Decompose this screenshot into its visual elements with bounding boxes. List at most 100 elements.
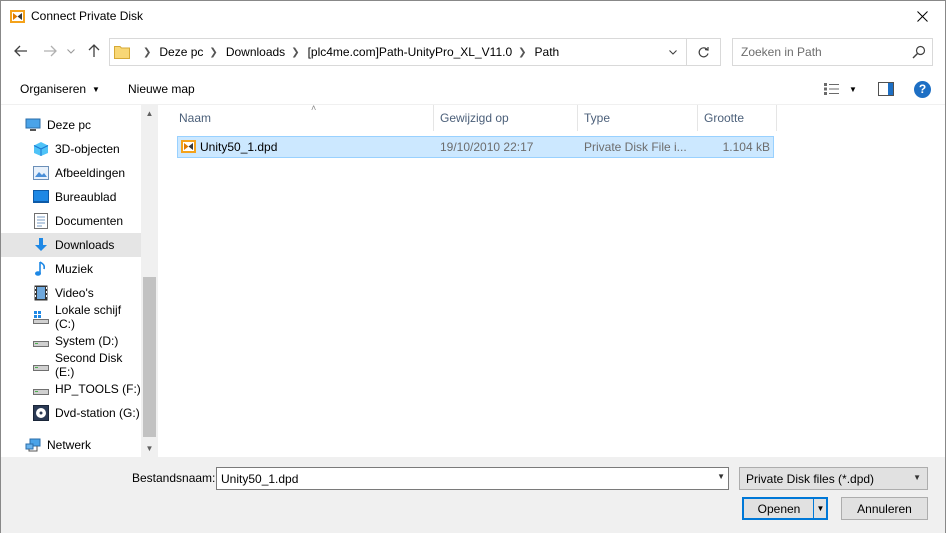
column-header-size[interactable]: Grootte xyxy=(698,105,777,131)
nav-scrollbar[interactable]: ▲ ▼ xyxy=(141,105,158,457)
window-title: Connect Private Disk xyxy=(31,9,144,23)
breadcrumb-separator-icon[interactable]: ❯ xyxy=(291,47,299,58)
help-icon[interactable]: ? xyxy=(914,81,931,98)
breadcrumb-separator-icon[interactable]: ❯ xyxy=(518,47,526,58)
nav-item-bureaublad[interactable]: Bureaublad xyxy=(1,185,141,209)
nav-item-netwerk[interactable]: Netwerk xyxy=(1,433,141,457)
new-folder-button[interactable]: Nieuwe map xyxy=(128,82,195,96)
file-type-filter-value: Private Disk files (*.dpd) xyxy=(746,472,875,486)
desktop-icon xyxy=(33,189,49,205)
navigation-row: ❯ Deze pc ❯ Downloads ❯ [plc4me.com]Path… xyxy=(1,35,945,69)
address-bar[interactable]: ❯ Deze pc ❯ Downloads ❯ [plc4me.com]Path… xyxy=(109,38,687,66)
column-header-label: Grootte xyxy=(704,111,745,125)
filename-combobox[interactable]: ▼ xyxy=(216,467,729,490)
nav-item-dvd-station-g[interactable]: Dvd-station (G:) xyxy=(1,401,141,425)
chevron-down-icon xyxy=(67,48,75,54)
drive-icon xyxy=(33,381,49,397)
nav-item-3d-objecten[interactable]: 3D-objecten xyxy=(1,137,141,161)
back-button[interactable] xyxy=(12,42,30,60)
recent-locations-button[interactable] xyxy=(65,42,77,60)
documents-icon xyxy=(33,213,49,229)
forward-button[interactable] xyxy=(41,42,59,60)
file-name: Unity50_1.dpd xyxy=(200,140,278,154)
up-button[interactable] xyxy=(85,42,103,60)
column-header-type[interactable]: Type xyxy=(578,105,698,131)
videos-icon xyxy=(33,285,49,301)
open-options-dropdown-icon[interactable]: ▼ xyxy=(813,498,827,519)
nav-item-videos[interactable]: Video's xyxy=(1,281,141,305)
breadcrumb-unitypro-folder[interactable]: [plc4me.com]Path-UnityPro_XL_V11.0 xyxy=(308,45,513,59)
dialog-footer: Bestandsnaam: ▼ Private Disk files (*.dp… xyxy=(1,457,945,533)
file-type-filter[interactable]: Private Disk files (*.dpd) ▼ xyxy=(739,467,928,490)
nav-item-deze-pc[interactable]: Deze pc xyxy=(1,113,141,137)
search-icon xyxy=(912,45,926,59)
drive-icon xyxy=(33,357,49,373)
nav-item-downloads[interactable]: Downloads xyxy=(1,233,141,257)
nav-item-lokale-schijf-c[interactable]: Lokale schijf (C:) xyxy=(1,303,141,331)
column-header-label: Naam xyxy=(179,111,212,125)
3d-objects-icon xyxy=(33,141,49,157)
scrollbar-thumb[interactable] xyxy=(143,277,156,437)
dvd-icon xyxy=(33,405,49,421)
file-row[interactable]: Unity50_1.dpd 19/10/2010 22:17 Private D… xyxy=(177,136,774,158)
scroll-down-icon[interactable]: ▼ xyxy=(141,440,158,457)
file-size: 1.104 kB xyxy=(722,140,770,154)
chevron-down-icon: ▼ xyxy=(913,473,921,482)
breadcrumb-separator-icon[interactable]: ❯ xyxy=(143,47,151,58)
cancel-button[interactable]: Annuleren xyxy=(841,497,928,520)
refresh-button[interactable] xyxy=(687,38,721,66)
filename-input[interactable] xyxy=(217,468,707,489)
arrow-up-icon xyxy=(88,44,100,57)
open-button[interactable]: Openen ▼ xyxy=(742,497,828,520)
column-header-name[interactable]: Naam ˄ xyxy=(173,103,434,131)
nav-item-muziek[interactable]: Muziek xyxy=(1,257,141,281)
nav-item-afbeeldingen[interactable]: Afbeeldingen xyxy=(1,161,141,185)
nav-item-label: Afbeeldingen xyxy=(55,166,126,180)
organize-label: Organiseren xyxy=(20,82,87,96)
nav-item-documenten[interactable]: Documenten xyxy=(1,209,141,233)
open-file-dialog: Connect Private Disk ❯ Deze pc ❯ Downloa… xyxy=(0,0,946,533)
nav-item-system-d[interactable]: System (D:) xyxy=(1,329,141,353)
private-disk-app-icon xyxy=(10,10,25,23)
folder-icon xyxy=(114,46,130,59)
nav-item-label: Documenten xyxy=(55,214,124,228)
nav-item-hp-tools-f[interactable]: HP_TOOLS (F:) xyxy=(1,377,141,401)
nav-item-label: 3D-objecten xyxy=(55,142,120,156)
downloads-icon xyxy=(33,237,49,253)
nav-item-label: System (D:) xyxy=(55,334,119,348)
address-dropdown-button[interactable] xyxy=(660,39,686,65)
nav-item-label: Second Disk (E:) xyxy=(55,351,123,379)
search-box[interactable] xyxy=(732,38,933,66)
nav-item-label: Muziek xyxy=(55,262,94,276)
nav-item-label: Deze pc xyxy=(47,118,92,132)
breadcrumb-deze-pc[interactable]: Deze pc xyxy=(159,45,203,59)
navigation-pane: Deze pc 3D-objecten Afbeeldingen Bureaub… xyxy=(1,105,158,457)
organize-button[interactable]: Organiseren ▼ xyxy=(20,82,100,96)
sort-ascending-icon: ˄ xyxy=(311,103,317,113)
breadcrumb-separator-icon[interactable]: ❯ xyxy=(209,47,217,58)
view-options-icon[interactable] xyxy=(823,82,840,96)
scroll-up-icon[interactable]: ▲ xyxy=(141,105,158,122)
nav-item-label: Downloads xyxy=(55,238,115,252)
drive-icon xyxy=(33,333,49,349)
refresh-icon xyxy=(698,46,709,57)
breadcrumb-downloads[interactable]: Downloads xyxy=(226,45,285,59)
arrow-left-icon xyxy=(14,45,27,57)
close-button[interactable] xyxy=(899,1,945,32)
nav-item-second-disk-e[interactable]: Second Disk (E:) xyxy=(1,351,141,379)
chevron-down-icon[interactable]: ▼ xyxy=(717,472,725,481)
close-icon xyxy=(916,11,928,22)
breadcrumb-path[interactable]: Path xyxy=(535,45,560,59)
arrow-right-icon xyxy=(44,45,57,57)
open-button-label: Openen xyxy=(757,501,801,516)
search-input[interactable] xyxy=(733,39,908,65)
view-dropdown-icon[interactable]: ▼ xyxy=(849,85,857,94)
preview-pane-icon[interactable] xyxy=(878,82,894,96)
column-header-modified[interactable]: Gewijzigd op xyxy=(434,105,578,131)
column-header-label: Type xyxy=(584,111,611,125)
breadcrumb: ❯ Deze pc ❯ Downloads ❯ [plc4me.com]Path… xyxy=(137,39,559,65)
command-bar: Organiseren ▼ Nieuwe map ▼ ? xyxy=(1,73,945,105)
music-icon xyxy=(33,261,49,277)
computer-icon xyxy=(25,117,41,133)
filename-label: Bestandsnaam: xyxy=(132,471,216,485)
